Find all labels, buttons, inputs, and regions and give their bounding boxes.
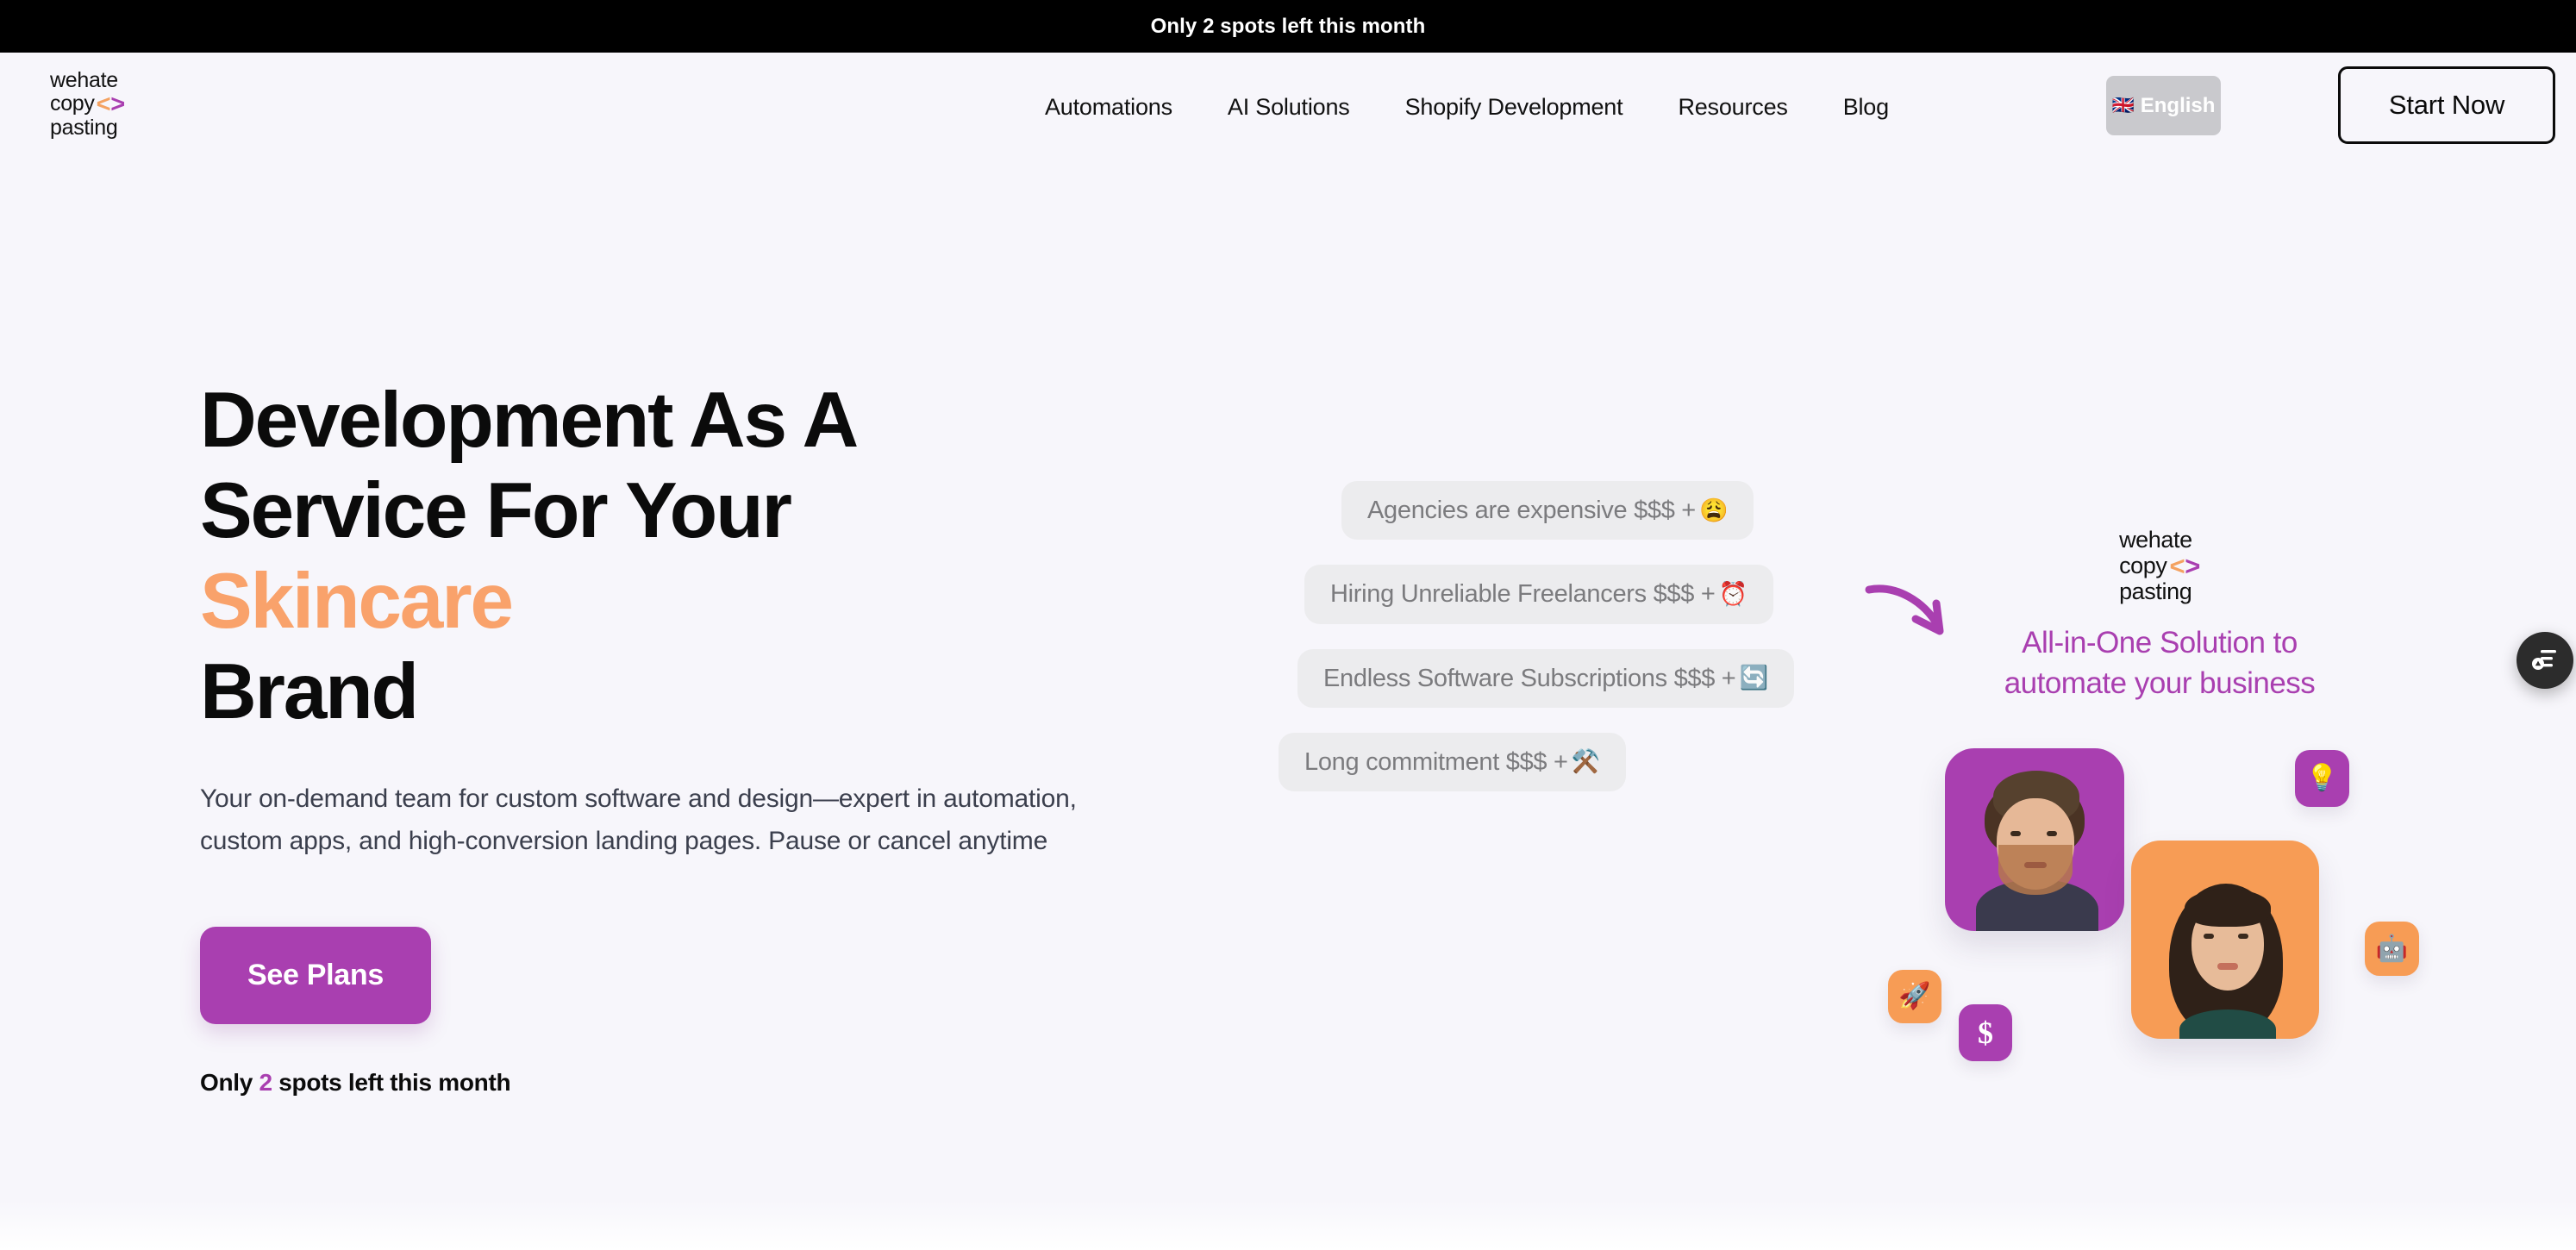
section-fade-divider (0, 1200, 2576, 1250)
announcement-text: Only 2 spots left this month (1150, 14, 1426, 38)
headline-line-2: Service For Your (200, 467, 792, 555)
lightbulb-badge: 💡 (2295, 750, 2349, 807)
headline-line-1: Development As A (200, 377, 859, 464)
robot-icon: 🤖 (2375, 934, 2409, 963)
brand-tagline: All-in-One Solution to automate your bus… (1974, 622, 2345, 704)
nav-item-automations[interactable]: Automations (1017, 94, 1200, 121)
spots-left-text: Only 2 spots left this month (200, 1069, 1166, 1097)
team-photo-card-orange (2131, 841, 2319, 1039)
nav-item-blog[interactable]: Blog (1816, 94, 1916, 121)
headline-accent-word: Skincare (200, 558, 514, 646)
landing-page: Only 2 spots left this month wehate copy… (0, 0, 2576, 1250)
photo-collage: 💡 🤖 🚀 $ (1888, 743, 2423, 1174)
portrait-beard (1998, 845, 2073, 895)
brand-tagline-line-2: automate your business (2004, 666, 2316, 701)
page-title: Development As A Service For Your Skinca… (200, 375, 1166, 737)
sliders-icon (2531, 647, 2559, 675)
brand-panel: wehate copy < > pasting All-in-One Solut… (1974, 528, 2345, 704)
nav-item-ai-solutions[interactable]: AI Solutions (1200, 94, 1378, 121)
portrait-mouth (2024, 862, 2047, 868)
team-photo-card-purple (1945, 748, 2124, 931)
brand-panel-logo: wehate copy < > pasting (2119, 528, 2200, 603)
logo-line-1: wehate (50, 68, 118, 92)
brand-logo-angle-left-icon: < (2169, 550, 2185, 581)
see-plans-button[interactable]: See Plans (200, 926, 431, 1024)
portrait-fringe (2185, 889, 2271, 927)
robot-badge: 🤖 (2365, 922, 2419, 976)
nav-item-resources[interactable]: Resources (1650, 94, 1815, 121)
portrait-man (1945, 748, 2124, 931)
dollar-badge: $ (1959, 1004, 2012, 1061)
portrait-eye-right (2238, 934, 2248, 939)
pain-point-chip: Endless Software Subscriptions $$$ + 🔄 (1297, 648, 1794, 708)
hero-subheading: Your on-demand team for custom software … (200, 784, 1077, 855)
brand-logo-line-1: wehate (2119, 527, 2192, 553)
brand-logo-angle-right-icon: > (2185, 550, 2200, 581)
brand-logo-line-3: pasting (2119, 578, 2192, 604)
brand-tagline-line-1: All-in-One Solution to (2022, 626, 2298, 660)
announcement-bar: Only 2 spots left this month (0, 0, 2576, 53)
start-now-label: Start Now (2388, 90, 2505, 120)
pain-point-text: Long commitment $$$ + (1304, 747, 1568, 776)
portrait-eye-left (2204, 934, 2214, 939)
rocket-icon: 🚀 (1898, 982, 1931, 1010)
accessibility-settings-button[interactable] (2517, 632, 2573, 689)
portrait-eye-right (2047, 831, 2057, 836)
nav-item-shopify-development[interactable]: Shopify Development (1378, 94, 1651, 121)
main-navigation: Automations AI Solutions Shopify Develop… (1017, 53, 1916, 162)
language-label: English (2140, 93, 2216, 117)
alarm-clock-emoji: ⏰ (1718, 580, 1748, 607)
pain-point-text: Agencies are expensive $$$ + (1367, 497, 1696, 524)
spots-number: 2 (259, 1068, 273, 1096)
headline-line-4: Brand (200, 648, 419, 736)
dollar-icon: $ (1978, 1016, 1993, 1050)
uk-flag-icon: 🇬🇧 (2111, 96, 2135, 116)
logo-angle-left-icon: < (96, 90, 111, 118)
portrait-woman (2131, 841, 2319, 1039)
pain-point-text: Hiring Unreliable Freelancers $$$ + (1330, 580, 1716, 609)
portrait-eye-left (2010, 831, 2021, 836)
brand-logo-line-2: copy (2119, 552, 2167, 578)
lightbulb-icon: 💡 (2305, 764, 2339, 792)
pain-point-chip: Long commitment $$$ + ⚒️ (1279, 732, 1626, 791)
logo-line-2: copy (50, 91, 95, 116)
see-plans-label: See Plans (247, 958, 384, 991)
pain-point-chip: Hiring Unreliable Freelancers $$$ + ⏰ (1304, 565, 1773, 624)
pain-point-text: Endless Software Subscriptions $$$ + (1323, 664, 1736, 692)
start-now-button[interactable]: Start Now (2338, 66, 2555, 144)
hero-content: Development As A Service For Your Skinca… (200, 375, 1166, 1097)
logo-line-3: pasting (50, 115, 118, 140)
logo-angle-right-icon: > (110, 90, 125, 118)
refresh-emoji: 🔄 (1739, 665, 1768, 691)
spots-prefix: Only (200, 1068, 259, 1096)
weary-face-emoji: 😩 (1698, 497, 1729, 523)
site-logo[interactable]: wehate copy < > pasting (50, 68, 125, 140)
curved-arrow-icon (1862, 569, 1966, 664)
portrait-mouth (2217, 963, 2238, 970)
language-selector[interactable]: 🇬🇧 English (2106, 76, 2221, 135)
hammer-and-pick-emoji: ⚒️ (1571, 748, 1601, 775)
rocket-badge: 🚀 (1888, 970, 1941, 1023)
pain-point-chip: Agencies are expensive $$$ + 😩 (1341, 481, 1754, 541)
spots-suffix: spots left this month (272, 1068, 511, 1096)
